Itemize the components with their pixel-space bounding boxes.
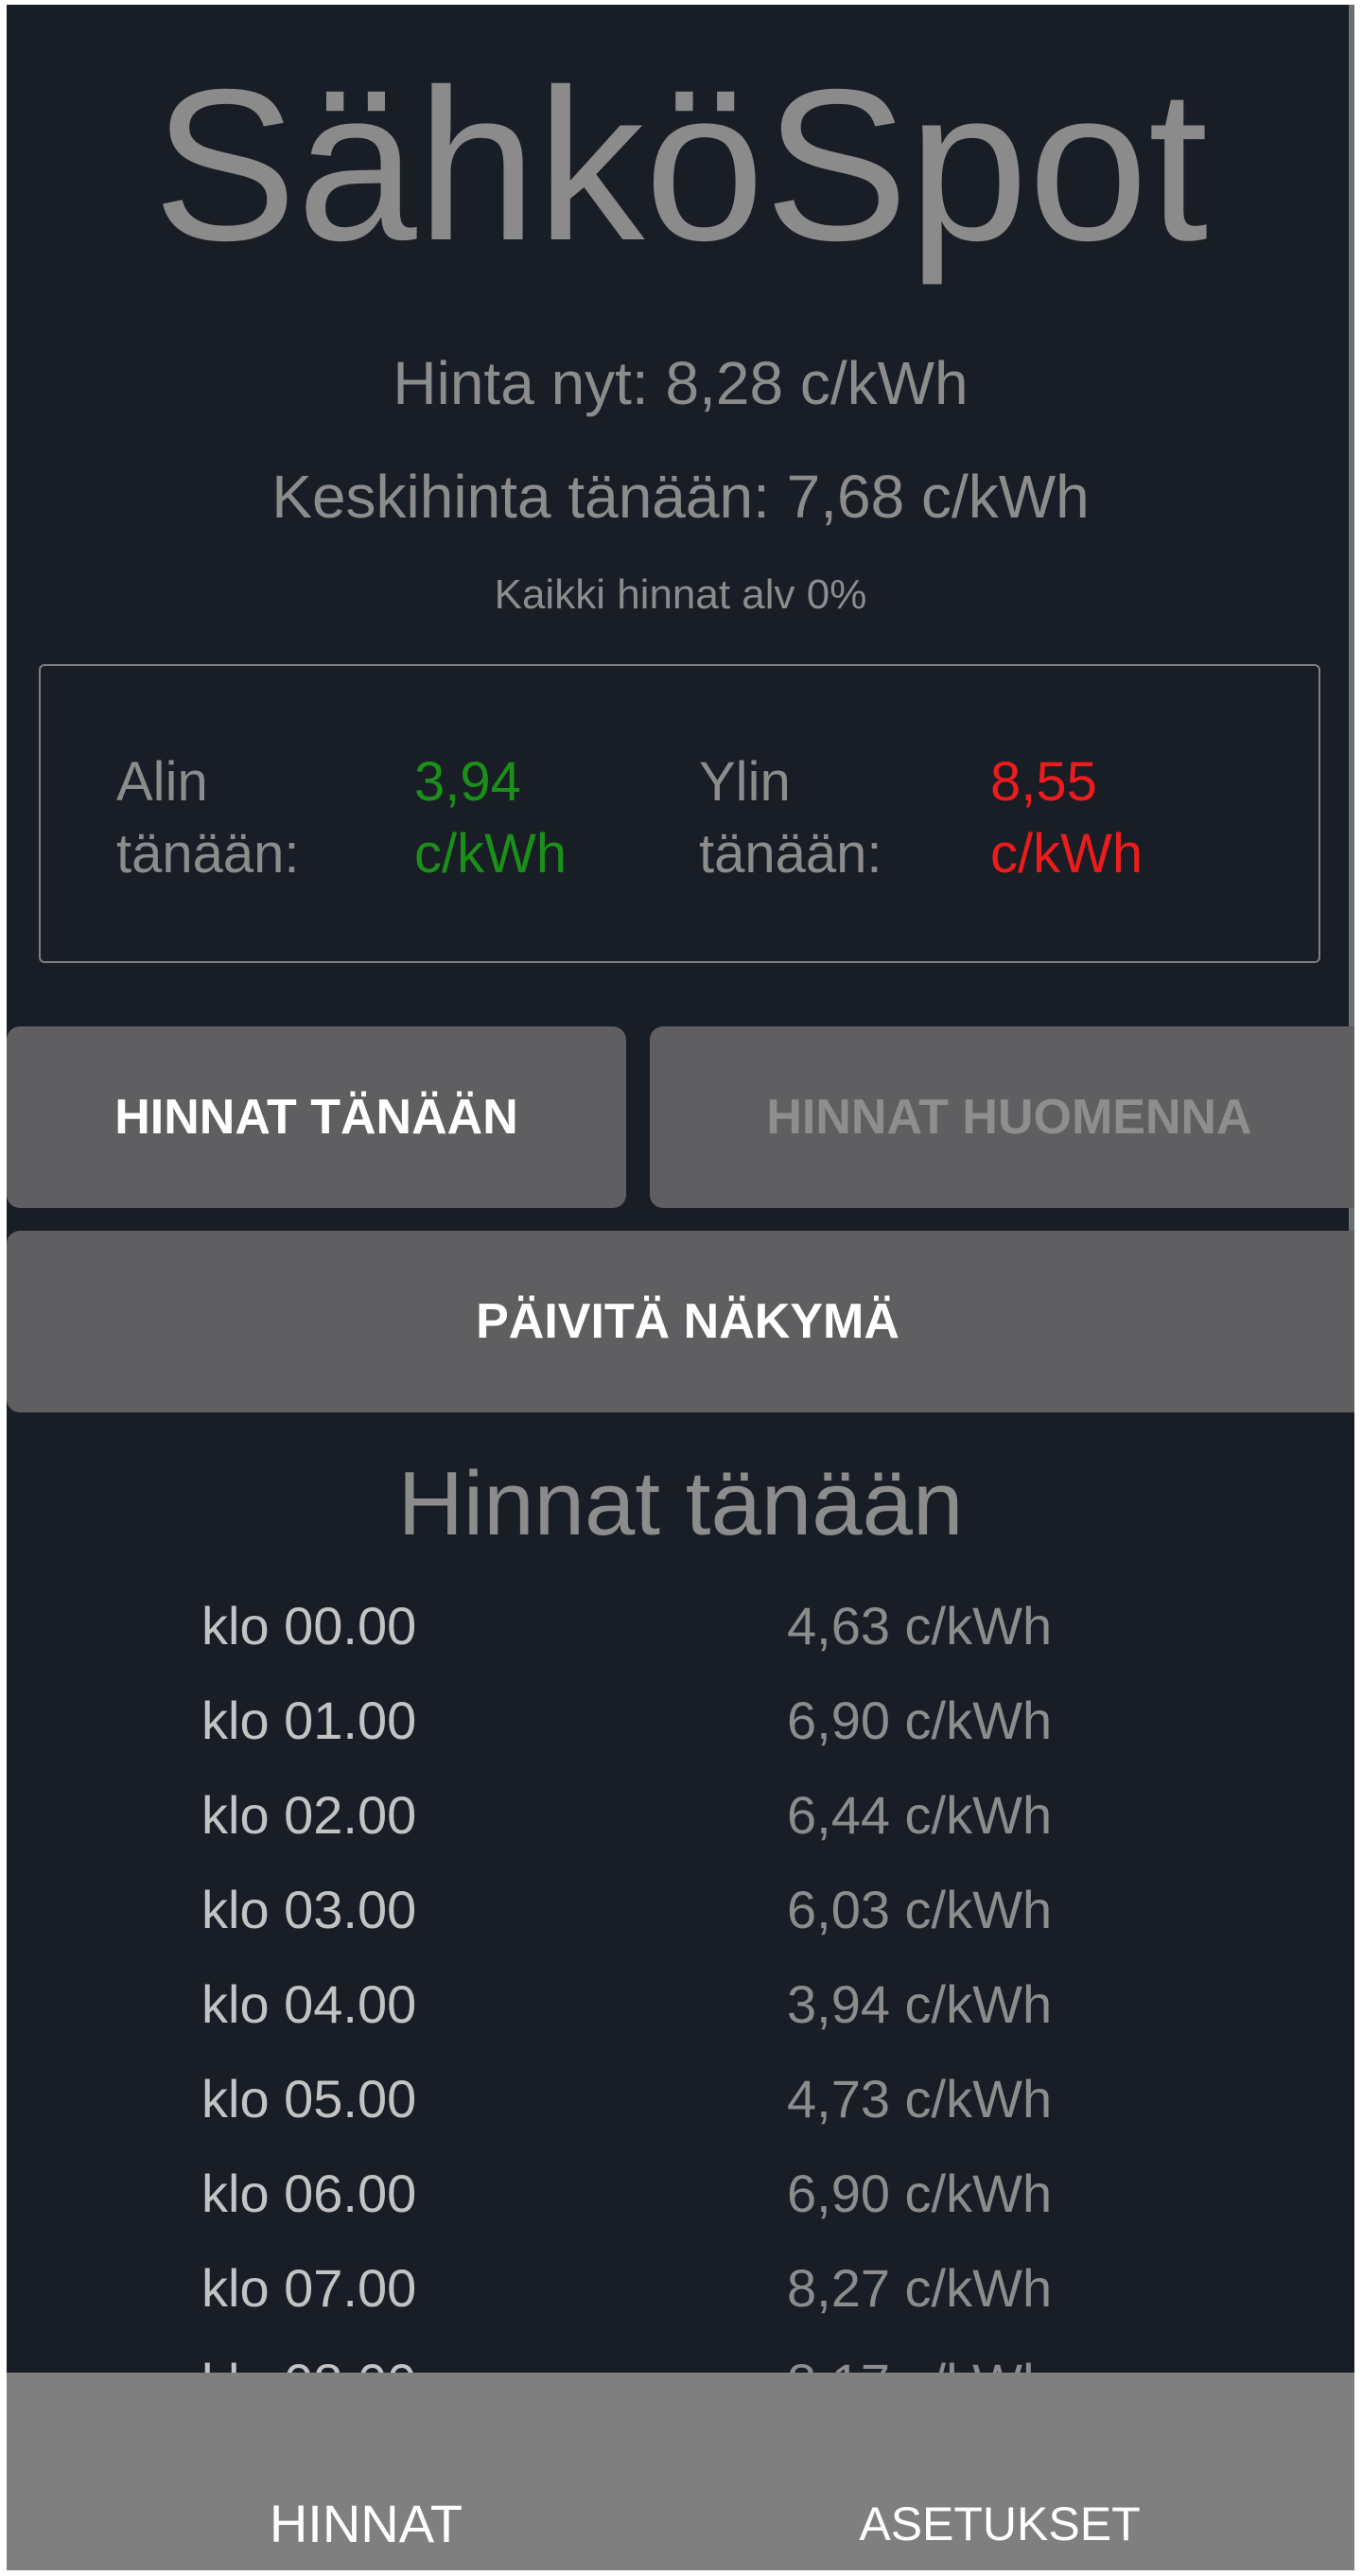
list-item: klo 07.00 8,27 c/kWh (7, 2241, 1354, 2336)
prices-today-button[interactable]: HINNAT TÄNÄÄN (7, 1026, 626, 1208)
hour-price: 8,27 c/kWh (787, 2258, 1053, 2318)
hour-label: klo 07.00 (201, 2258, 417, 2318)
app-title: SähköSpot (152, 45, 1209, 286)
hour-label: klo 04.00 (201, 1974, 417, 2034)
app-screen: SähköSpot Hinta nyt: 8,28 c/kWh Keskihin… (7, 5, 1354, 2570)
hour-price: 6,90 c/kWh (787, 1691, 1053, 1750)
hour-label: klo 03.00 (201, 1880, 417, 1939)
hour-price: 4,63 c/kWh (787, 1596, 1053, 1656)
hour-price: 3,94 c/kWh (787, 1974, 1053, 2034)
min-price-value: 3,94 c/kWh (414, 751, 568, 885)
hour-label: klo 02.00 (201, 1785, 417, 1845)
hour-price: 6,90 c/kWh (787, 2164, 1053, 2223)
hour-label: klo 06.00 (201, 2164, 417, 2223)
hour-label: klo 05.00 (201, 2069, 417, 2129)
hour-label: klo 00.00 (201, 1596, 417, 1656)
nav-tab-prices[interactable]: HINNAT (148, 2486, 584, 2562)
vat-note: Kaikki hinnat alv 0% (494, 571, 867, 618)
list-item: klo 01.00 6,90 c/kWh (7, 1674, 1354, 1768)
hour-price: 6,44 c/kWh (787, 1785, 1053, 1845)
list-item: klo 00.00 4,63 c/kWh (7, 1579, 1354, 1674)
average-price: Keskihinta tänään: 7,68 c/kWh (271, 463, 1090, 531)
min-price-label: Alin tänään: (116, 751, 300, 885)
hour-price: 6,03 c/kWh (787, 1880, 1053, 1939)
list-item: klo 02.00 6,44 c/kWh (7, 1768, 1354, 1863)
list-item: klo 03.00 6,03 c/kWh (7, 1863, 1354, 1957)
price-list[interactable]: klo 00.00 4,63 c/kWh klo 01.00 6,90 c/kW… (7, 1579, 1354, 2430)
list-item: klo 04.00 3,94 c/kWh (7, 1957, 1354, 2052)
max-price-label: Ylin tänään: (699, 751, 882, 885)
min-max-panel: Alin tänään: 3,94 c/kWh Ylin tänään: 8,5… (39, 664, 1320, 963)
bottom-navigation: HINNAT ASETUKSET (7, 2373, 1354, 2570)
hour-label: klo 01.00 (201, 1691, 417, 1750)
list-item: klo 05.00 4,73 c/kWh (7, 2052, 1354, 2147)
hour-price: 4,73 c/kWh (787, 2069, 1053, 2129)
list-item: klo 06.00 6,90 c/kWh (7, 2147, 1354, 2241)
price-list-heading: Hinnat tänään (397, 1453, 964, 1554)
prices-tomorrow-button[interactable]: HINNAT HUOMENNA (650, 1026, 1354, 1208)
max-price-value: 8,55 c/kWh (990, 751, 1144, 885)
refresh-view-button[interactable]: PÄIVITÄ NÄKYMÄ (7, 1231, 1354, 1412)
nav-tab-settings[interactable]: ASETUKSET (782, 2486, 1217, 2562)
current-price: Hinta nyt: 8,28 c/kWh (393, 349, 969, 417)
